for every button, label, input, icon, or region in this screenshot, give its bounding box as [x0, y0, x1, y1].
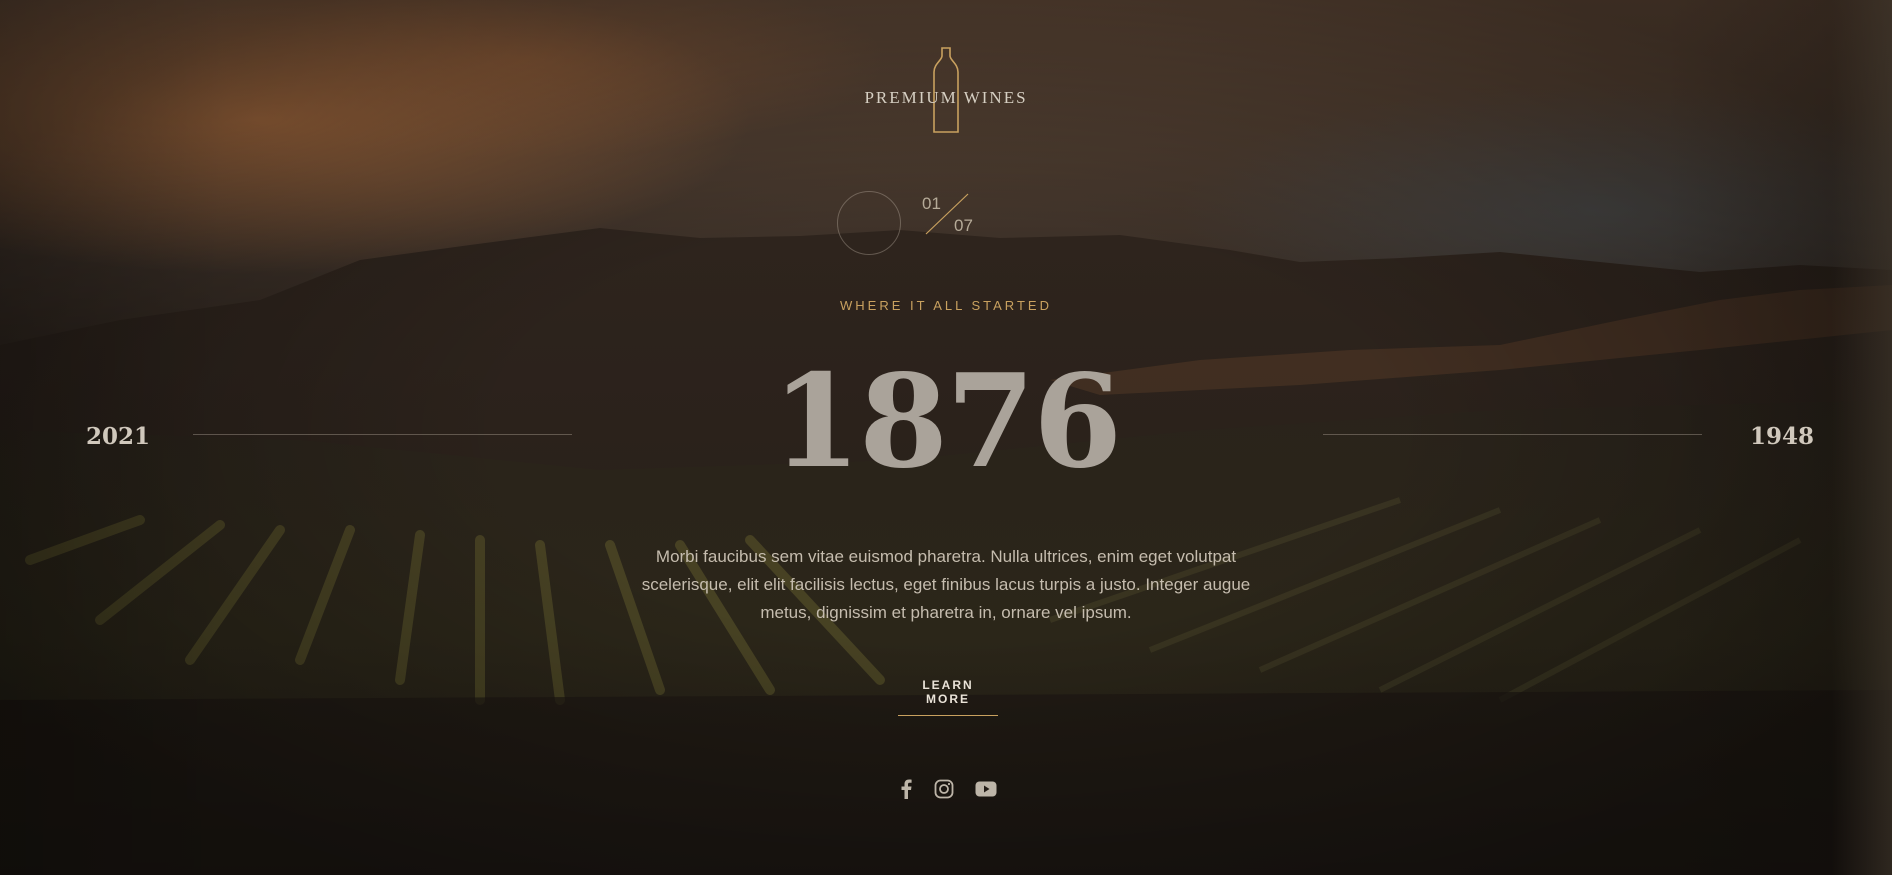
brand-logo[interactable]: PREMIUM WINES — [846, 40, 1046, 133]
brand-name: PREMIUM WINES — [864, 88, 1028, 107]
hero-section: PREMIUM WINES 01 07 WHERE IT ALL STARTED… — [0, 0, 1892, 875]
current-year: 1876 — [771, 347, 1122, 497]
next-year[interactable]: 1948 — [1750, 423, 1814, 450]
youtube-link[interactable] — [974, 777, 998, 801]
facebook-link[interactable] — [894, 777, 918, 801]
section-eyebrow: WHERE IT ALL STARTED — [840, 298, 1052, 313]
slide-total: 07 — [954, 216, 973, 235]
facebook-icon — [901, 779, 912, 799]
instagram-link[interactable] — [932, 777, 956, 801]
slide-progress-ring — [837, 191, 901, 255]
learn-more-button[interactable]: LEARN MORE — [898, 678, 998, 716]
hero-description: Morbi faucibus sem vitae euismod pharetr… — [641, 547, 1251, 622]
instagram-icon — [934, 779, 954, 799]
youtube-icon — [975, 781, 997, 797]
